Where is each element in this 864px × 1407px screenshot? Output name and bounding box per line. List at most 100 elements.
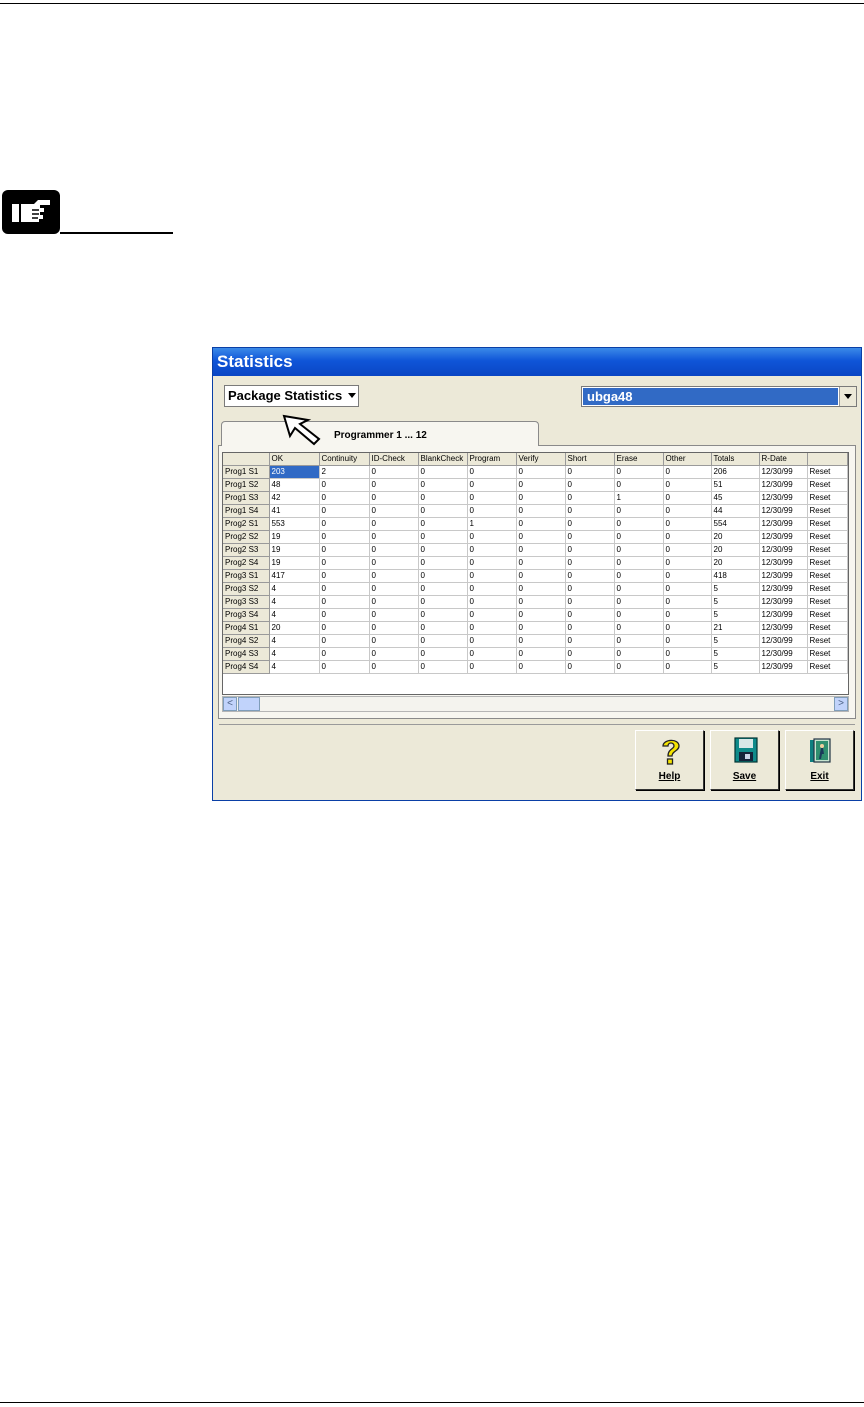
table-cell[interactable]: 0 bbox=[418, 504, 468, 518]
table-cell[interactable]: 0 bbox=[565, 569, 615, 583]
table-row[interactable]: Prog3 S2 4 0 0 0 0 0 0 0 0 5 12/30/99 Reset bbox=[223, 582, 848, 596]
table-cell[interactable]: 0 bbox=[369, 517, 419, 531]
reset-cell[interactable]: Reset bbox=[807, 543, 848, 557]
table-cell[interactable]: 0 bbox=[467, 595, 517, 609]
table-cell[interactable]: 0 bbox=[369, 595, 419, 609]
table-cell[interactable]: 12/30/99 bbox=[759, 634, 808, 648]
table-cell[interactable]: 0 bbox=[319, 530, 370, 544]
reset-cell[interactable]: Reset bbox=[807, 634, 848, 648]
reset-cell[interactable]: Reset bbox=[807, 569, 848, 583]
reset-cell[interactable]: Reset bbox=[807, 491, 848, 505]
table-row[interactable]: Prog2 S2 19 0 0 0 0 0 0 0 0 20 12/30/99 Reset bbox=[223, 530, 848, 544]
table-cell[interactable]: 5 bbox=[711, 660, 760, 674]
table-cell[interactable]: 0 bbox=[467, 634, 517, 648]
table-row[interactable]: Prog2 S4 19 0 0 0 0 0 0 0 0 20 12/30/99 Reset bbox=[223, 556, 848, 570]
table-cell[interactable]: 0 bbox=[418, 621, 468, 635]
scroll-thumb[interactable] bbox=[238, 697, 260, 711]
table-cell[interactable]: 12/30/99 bbox=[759, 621, 808, 635]
table-cell[interactable]: 0 bbox=[565, 465, 615, 479]
table-cell[interactable]: 0 bbox=[319, 608, 370, 622]
table-cell[interactable]: 0 bbox=[467, 660, 517, 674]
table-cell[interactable]: 0 bbox=[565, 595, 615, 609]
table-row[interactable]: Prog4 S3 4 0 0 0 0 0 0 0 0 5 12/30/99 Reset bbox=[223, 647, 848, 661]
row-header[interactable]: Prog2 S1 bbox=[223, 517, 270, 531]
horizontal-scrollbar[interactable]: < > bbox=[222, 696, 849, 712]
reset-cell[interactable]: Reset bbox=[807, 582, 848, 596]
table-cell[interactable]: 0 bbox=[663, 569, 712, 583]
table-cell[interactable]: 0 bbox=[663, 634, 712, 648]
table-cell[interactable]: 12/30/99 bbox=[759, 517, 808, 531]
table-cell[interactable]: 4 bbox=[269, 647, 320, 661]
reset-cell[interactable]: Reset bbox=[807, 621, 848, 635]
table-cell[interactable]: 12/30/99 bbox=[759, 569, 808, 583]
table-cell[interactable]: 0 bbox=[516, 608, 566, 622]
table-cell[interactable]: 0 bbox=[516, 595, 566, 609]
table-cell[interactable]: 21 bbox=[711, 621, 760, 635]
table-cell[interactable]: 0 bbox=[614, 634, 664, 648]
table-cell[interactable]: 0 bbox=[663, 491, 712, 505]
table-cell[interactable]: 0 bbox=[565, 621, 615, 635]
table-cell[interactable]: 0 bbox=[319, 582, 370, 596]
row-header[interactable]: Prog3 S3 bbox=[223, 595, 270, 609]
table-cell[interactable]: 417 bbox=[269, 569, 320, 583]
table-cell[interactable]: 0 bbox=[614, 556, 664, 570]
table-cell[interactable]: 1 bbox=[614, 491, 664, 505]
table-cell[interactable]: 0 bbox=[418, 647, 468, 661]
table-cell[interactable]: 0 bbox=[516, 517, 566, 531]
table-cell[interactable]: 0 bbox=[516, 543, 566, 557]
table-cell[interactable]: 0 bbox=[663, 660, 712, 674]
package-selected[interactable]: ubga48 bbox=[583, 388, 838, 405]
table-cell[interactable]: 0 bbox=[614, 647, 664, 661]
table-cell[interactable]: 0 bbox=[614, 608, 664, 622]
table-cell[interactable]: 4 bbox=[269, 595, 320, 609]
table-cell[interactable]: 0 bbox=[516, 504, 566, 518]
table-cell[interactable]: 0 bbox=[467, 504, 517, 518]
table-cell[interactable]: 0 bbox=[565, 530, 615, 544]
table-cell[interactable]: 12/30/99 bbox=[759, 530, 808, 544]
table-cell[interactable]: 0 bbox=[369, 582, 419, 596]
row-header[interactable]: Prog3 S2 bbox=[223, 582, 270, 596]
table-cell[interactable]: 0 bbox=[319, 621, 370, 635]
statistics-grid[interactable]: OK Continuity ID-Check BlankCheck Program Ver… bbox=[222, 452, 849, 695]
reset-cell[interactable]: Reset bbox=[807, 660, 848, 674]
table-cell[interactable]: 51 bbox=[711, 478, 760, 492]
column-header[interactable] bbox=[807, 453, 848, 466]
table-cell[interactable]: 12/30/99 bbox=[759, 556, 808, 570]
table-row[interactable]: Prog1 S2 48 0 0 0 0 0 0 0 0 51 12/30/99 Reset bbox=[223, 478, 848, 492]
row-header[interactable]: Prog4 S4 bbox=[223, 660, 270, 674]
row-header[interactable]: Prog1 S1 bbox=[223, 465, 270, 479]
table-cell[interactable]: 0 bbox=[418, 530, 468, 544]
table-cell[interactable]: 0 bbox=[467, 647, 517, 661]
table-cell[interactable]: 0 bbox=[516, 530, 566, 544]
table-cell[interactable]: 0 bbox=[565, 634, 615, 648]
table-cell[interactable]: 44 bbox=[711, 504, 760, 518]
table-cell[interactable]: 41 bbox=[269, 504, 320, 518]
column-header[interactable]: Short bbox=[565, 453, 615, 466]
table-cell[interactable]: 20 bbox=[711, 530, 760, 544]
table-cell[interactable]: 0 bbox=[516, 556, 566, 570]
column-header[interactable]: OK bbox=[269, 453, 320, 466]
table-cell[interactable]: 0 bbox=[614, 543, 664, 557]
table-cell[interactable]: 553 bbox=[269, 517, 320, 531]
table-cell[interactable]: 12/30/99 bbox=[759, 582, 808, 596]
table-cell[interactable]: 0 bbox=[418, 556, 468, 570]
table-cell[interactable]: 0 bbox=[565, 543, 615, 557]
table-cell[interactable]: 20 bbox=[711, 556, 760, 570]
table-cell[interactable]: 203 bbox=[269, 465, 320, 479]
table-cell[interactable]: 0 bbox=[369, 530, 419, 544]
table-cell[interactable]: 0 bbox=[663, 530, 712, 544]
table-cell[interactable]: 0 bbox=[418, 491, 468, 505]
row-header[interactable]: Prog2 S3 bbox=[223, 543, 270, 557]
table-row[interactable]: Prog3 S1 417 0 0 0 0 0 0 0 0 418 12/30/99 Reset bbox=[223, 569, 848, 583]
table-cell[interactable]: 0 bbox=[319, 478, 370, 492]
table-cell[interactable]: 12/30/99 bbox=[759, 491, 808, 505]
table-cell[interactable]: 48 bbox=[269, 478, 320, 492]
table-cell[interactable]: 0 bbox=[663, 517, 712, 531]
table-row[interactable]: Prog2 S1 553 0 0 0 1 0 0 0 0 554 12/30/99 Reset bbox=[223, 517, 848, 531]
table-cell[interactable]: 20 bbox=[269, 621, 320, 635]
table-row[interactable]: Prog1 S3 42 0 0 0 0 0 0 1 0 45 12/30/99 Reset bbox=[223, 491, 848, 505]
reset-cell[interactable]: Reset bbox=[807, 530, 848, 544]
column-header[interactable]: Erase bbox=[614, 453, 664, 466]
table-cell[interactable]: 4 bbox=[269, 582, 320, 596]
table-cell[interactable]: 0 bbox=[319, 634, 370, 648]
